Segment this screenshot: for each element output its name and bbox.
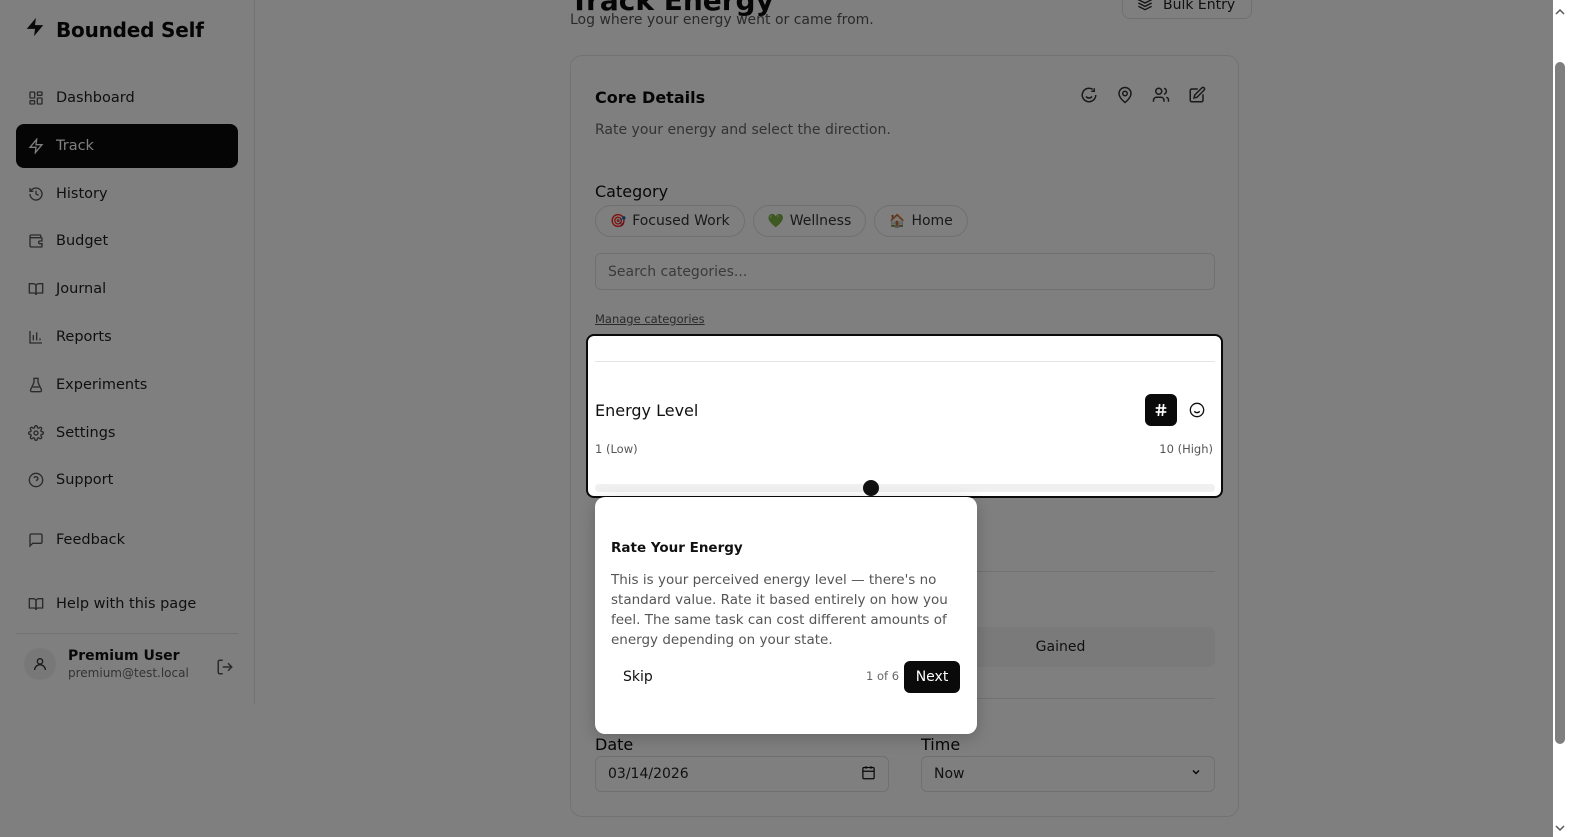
tour-body: This is your perceived energy level — th… [611, 572, 948, 648]
energy-low-label: 1 (Low) [595, 442, 638, 456]
divider [595, 361, 1215, 362]
energy-slider[interactable] [595, 480, 1215, 496]
smile-icon [1189, 402, 1205, 418]
numeric-mode-button[interactable] [1145, 394, 1177, 426]
scroll-down-icon[interactable] [1555, 818, 1565, 832]
energy-slider-thumb[interactable] [862, 480, 879, 496]
tour-next-button[interactable]: Next [904, 661, 960, 693]
tour-step-count: 1 of 6 [866, 669, 900, 683]
energy-level-title: Energy Level [595, 401, 699, 420]
emoji-mode-button[interactable] [1181, 394, 1213, 426]
energy-level-section: Energy Level 1 (Low) 10 (High) [586, 334, 1223, 498]
energy-mode-toggle [1145, 394, 1213, 426]
tour-title: Rate Your Energy [611, 540, 743, 556]
energy-high-label: 10 (High) [1159, 442, 1213, 456]
tour-popover: Rate Your Energy This is your perceived … [595, 497, 977, 734]
scrollbar-thumb[interactable] [1555, 62, 1565, 744]
hash-icon [1155, 403, 1167, 417]
tour-skip-button[interactable]: Skip [611, 661, 665, 693]
scroll-up-icon[interactable] [1555, 2, 1565, 15]
